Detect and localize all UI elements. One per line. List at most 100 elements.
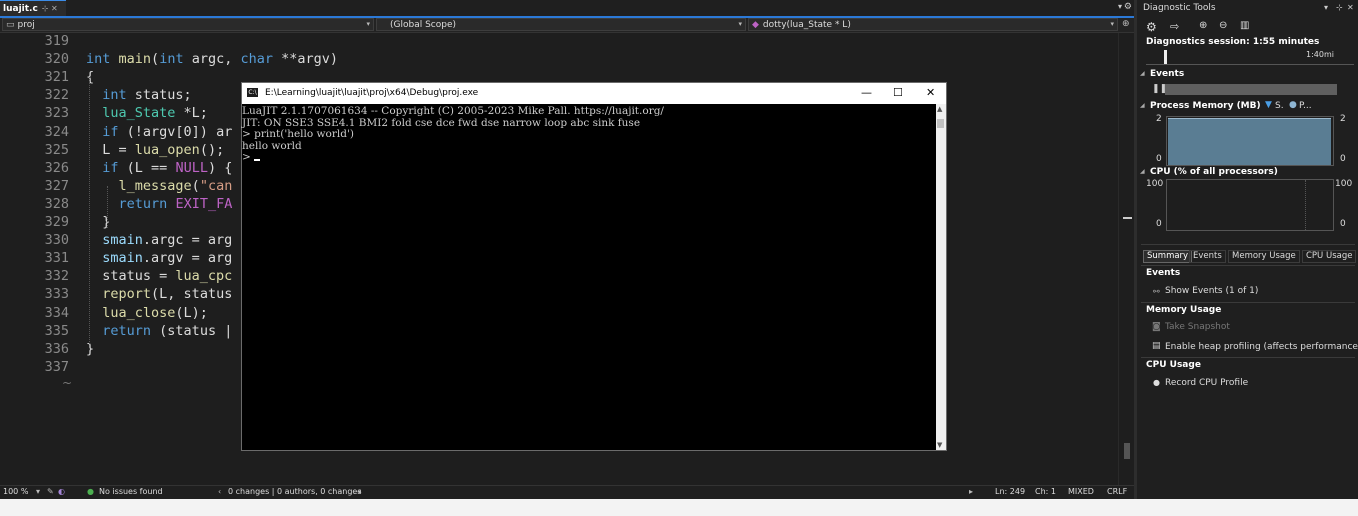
code-line[interactable]: if (L == NULL) { [86,160,232,176]
cpu-chart[interactable] [1166,179,1334,231]
console-prompt: > [242,151,251,163]
code-line[interactable]: if (!argv[0]) ar [86,124,232,140]
tab-list-dropdown-icon[interactable]: ▾ [1118,2,1122,11]
code-line[interactable]: lua_close(L); [86,305,208,321]
pin-icon[interactable]: ⊹ [1336,3,1343,12]
text-cursor [254,159,260,161]
camera-icon: ◙ [1152,322,1161,332]
collapse-icon[interactable]: ◢ [1140,168,1145,175]
copilot-icon[interactable]: ◐ [58,487,65,496]
timeline-ruler[interactable]: 1:40mi [1146,50,1354,65]
code-line[interactable]: smain.argv = arg [86,250,232,266]
spelling-icon[interactable]: ✎ [47,487,54,496]
chevron-down-icon: ▾ [1110,20,1114,28]
code-line[interactable]: smain.argc = arg [86,232,232,248]
end-of-file-marker: ~ [62,376,73,390]
show-events-link[interactable]: Show Events (1 of 1) [1165,286,1258,296]
issues-status[interactable]: No issues found [99,487,163,496]
cpu-axis-min-left: 0 [1156,219,1162,229]
close-button[interactable]: ✕ [926,86,935,99]
console-line: > print('hello world') [242,128,354,140]
scroll-down-icon[interactable]: ▼ [937,441,942,449]
line-indicator[interactable]: Ln: 249 [995,487,1025,496]
timeline-start-handle[interactable] [1164,50,1167,64]
collapse-icon[interactable]: ◢ [1140,102,1145,109]
scroll-right-icon[interactable]: ▸ [969,487,973,496]
line-number: 330 [44,232,69,249]
code-line[interactable]: report(L, status [86,286,232,302]
take-snapshot-button[interactable]: Take Snapshot [1165,322,1230,332]
function-dropdown[interactable]: ◆ dotty(lua_State * L) ▾ [748,18,1118,31]
tab-pin-close-icon[interactable]: ⊹ ✕ [42,4,58,13]
console-window[interactable]: C:\ E:\Learning\luajit\luajit\proj\x64\D… [241,82,947,451]
code-line[interactable]: L = lua_open(); [86,142,224,158]
line-ending-indicator[interactable]: CRLF [1107,487,1127,496]
legend-dot-icon: ● [1289,100,1297,110]
legend-snapshot: S. [1275,101,1284,111]
snapshot-marker-icon: ▼ [1265,100,1272,110]
function-icon: ◆ [752,19,759,30]
line-number: 323 [44,105,69,122]
process-memory-chart[interactable] [1166,116,1334,166]
minimize-button[interactable]: — [861,86,872,99]
console-scrollbar-thumb[interactable] [937,119,944,128]
record-cpu-profile-button[interactable]: Record CPU Profile [1165,378,1248,388]
previous-change-icon[interactable]: ‹ [218,487,221,496]
scroll-up-icon[interactable]: ▲ [937,105,942,113]
code-line[interactable]: status = lua_cpc [86,268,232,284]
code-line[interactable]: } [86,341,94,357]
tab-cpu-usage[interactable]: CPU Usage [1302,250,1357,263]
code-line[interactable]: int main(int argc, char **argv) [86,51,338,67]
column-indicator[interactable]: Ch: 1 [1035,487,1056,496]
reset-zoom-icon[interactable]: ▥ [1240,20,1249,31]
console-title-bar[interactable]: C:\ E:\Learning\luajit\luajit\proj\x64\D… [242,83,946,104]
tab-memory-usage[interactable]: Memory Usage [1228,250,1300,263]
maximize-button[interactable]: ☐ [893,86,903,99]
export-icon[interactable]: ⇨ [1170,20,1179,33]
next-change-icon[interactable]: ◂ [357,487,361,496]
zoom-level[interactable]: 100 % [3,487,28,496]
editor-vertical-scrollbar[interactable] [1118,33,1135,485]
code-line[interactable]: lua_State *L; [86,105,208,121]
events-timeline-bar[interactable] [1165,84,1337,95]
scope-dropdown[interactable]: (Global Scope) ▾ [376,18,746,31]
line-number: 332 [44,268,69,285]
panel-title: Diagnostic Tools [1143,3,1216,13]
console-app-icon: C:\ [247,88,258,97]
console-line: hello world [242,140,302,152]
cpu-axis-min-right: 0 [1340,219,1346,229]
session-duration: Diagnostics session: 1:55 minutes [1146,37,1320,47]
zoom-dropdown-icon[interactable]: ▾ [36,487,40,496]
console-output[interactable]: LuaJIT 2.1.1707061634 -- Copyright (C) 2… [242,104,936,450]
panel-dropdown-icon[interactable]: ▾ [1324,3,1328,12]
collapse-icon[interactable]: ◢ [1140,70,1145,77]
settings-gear-icon[interactable]: ⚙ [1146,20,1157,34]
git-changes-status[interactable]: 0 changes | 0 authors, 0 changes [228,487,362,496]
timeline-label: 1:40mi [1306,50,1334,59]
zoom-in-icon[interactable]: ⊕ [1199,20,1207,31]
code-line[interactable]: int status; [86,87,191,103]
tab-luajit-c[interactable]: luajit.c ⊹ ✕ [0,0,66,16]
split-editor-icon[interactable]: ⊕ [1122,19,1130,29]
project-dropdown[interactable]: ▭ proj ▾ [2,18,374,31]
function-dropdown-value: dotty(lua_State * L) [762,19,851,30]
memory-axis-max-left: 2 [1156,114,1162,124]
line-number: 319 [44,33,69,49]
zoom-out-icon[interactable]: ⊖ [1219,20,1227,31]
console-scrollbar[interactable]: ▲ ▼ [936,104,946,450]
code-line[interactable]: return (status | [86,323,232,339]
memory-axis-min-right: 0 [1340,154,1346,164]
tab-summary[interactable]: Summary [1143,250,1193,263]
tab-events[interactable]: Events [1189,250,1226,263]
enable-heap-profiling[interactable]: Enable heap profiling (affects performan… [1165,342,1358,352]
settings-gear-icon[interactable]: ⚙ [1124,2,1132,12]
scrollbar-thumb[interactable] [1124,443,1130,459]
memory-axis-min-left: 0 [1156,154,1162,164]
editor-tab-strip: luajit.c ⊹ ✕ ▾ ⚙ [0,0,1134,18]
section-divider [1141,244,1355,245]
line-number: 333 [44,286,69,303]
code-mode-indicator[interactable]: MIXED [1068,487,1094,496]
code-line[interactable]: { [86,69,94,85]
line-number: 328 [44,195,69,212]
close-icon[interactable]: ✕ [1347,3,1354,12]
